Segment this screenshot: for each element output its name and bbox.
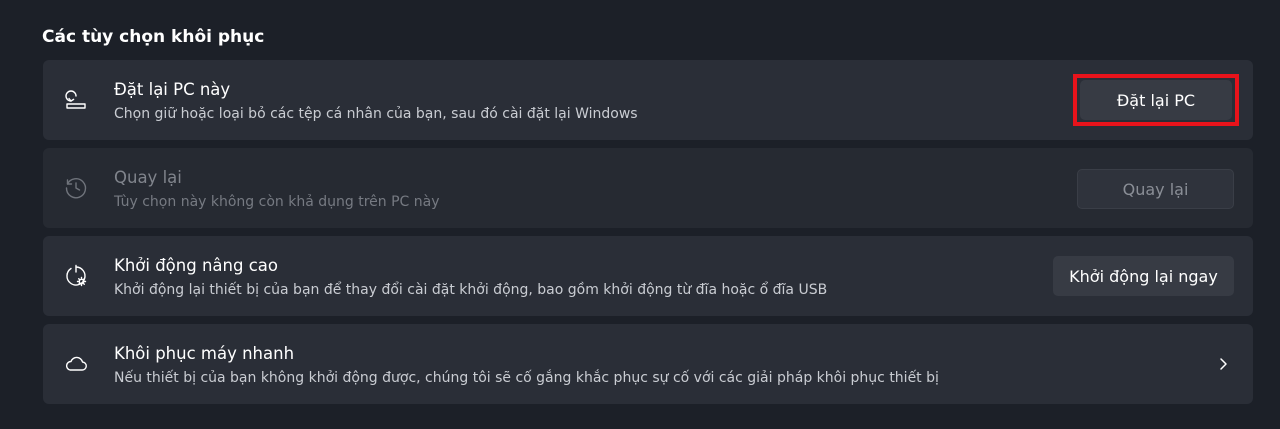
advanced-startup-card: Khởi động nâng cao Khởi động lại thiết b… [43,236,1253,316]
quick-recovery-card[interactable]: Khôi phục máy nhanh Nếu thiết bị của bạn… [43,324,1253,404]
cloud-icon [63,351,89,377]
restart-now-button[interactable]: Khởi động lại ngay [1053,256,1234,296]
reset-pc-card: Đặt lại PC này Chọn giữ hoặc loại bỏ các… [43,60,1253,140]
reset-pc-subtitle: Chọn giữ hoặc loại bỏ các tệp cá nhân củ… [114,106,638,122]
history-icon [63,175,89,201]
advanced-startup-title: Khởi động nâng cao [114,256,278,275]
section-title: Các tùy chọn khôi phục [42,27,265,47]
quick-recovery-title: Khôi phục máy nhanh [114,344,295,363]
go-back-title: Quay lại [114,168,182,187]
reset-pc-button[interactable]: Đặt lại PC [1080,80,1232,120]
go-back-subtitle: Tùy chọn này không còn khả dụng trên PC … [114,194,440,210]
go-back-button[interactable]: Quay lại [1077,169,1234,209]
quick-recovery-subtitle: Nếu thiết bị của bạn không khởi động đượ… [114,370,939,386]
reset-pc-title: Đặt lại PC này [114,80,231,99]
reset-pc-icon [63,87,89,113]
advanced-startup-icon [63,263,89,289]
go-back-card: Quay lại Tùy chọn này không còn khả dụng… [43,148,1253,228]
advanced-startup-subtitle: Khởi động lại thiết bị của bạn để thay đ… [114,282,828,298]
chevron-right-icon[interactable] [1215,354,1231,374]
